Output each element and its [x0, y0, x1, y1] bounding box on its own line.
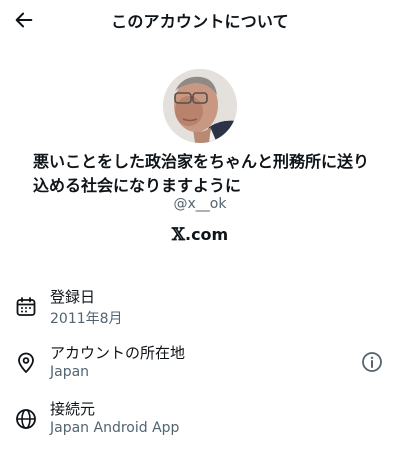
profile-domain: 𝕏.com: [0, 225, 400, 245]
location-pin-icon: [14, 351, 38, 375]
page-title: このアカウントについて: [111, 12, 289, 31]
joined-date-value: 2011年8月: [50, 311, 123, 327]
connected-via-value: Japan Android App: [50, 420, 180, 436]
connected-via-row: 接続元 Japan Android App: [0, 398, 400, 444]
account-location-label: アカウントの所在地: [50, 344, 186, 362]
info-icon[interactable]: [360, 350, 384, 374]
joined-date-row: 登録日 2011年8月: [0, 286, 400, 332]
connected-via-label: 接続元: [50, 400, 96, 418]
calendar-icon: [14, 295, 38, 319]
account-location-row: アカウントの所在地 Japan: [0, 342, 400, 388]
avatar: [163, 69, 237, 143]
top-bar: このアカウントについて: [0, 0, 400, 40]
domain-suffix: .com: [184, 225, 229, 244]
account-location-value: Japan: [50, 364, 90, 380]
x-logo-mark: 𝕏: [171, 225, 185, 245]
profile-bio: 悪いことをした政治家をちゃんと刑務所に送り込める社会になりますように: [33, 152, 370, 195]
profile-handle: @x__ok: [173, 196, 227, 212]
globe-icon: [14, 407, 38, 431]
joined-date-label: 登録日: [50, 288, 96, 306]
